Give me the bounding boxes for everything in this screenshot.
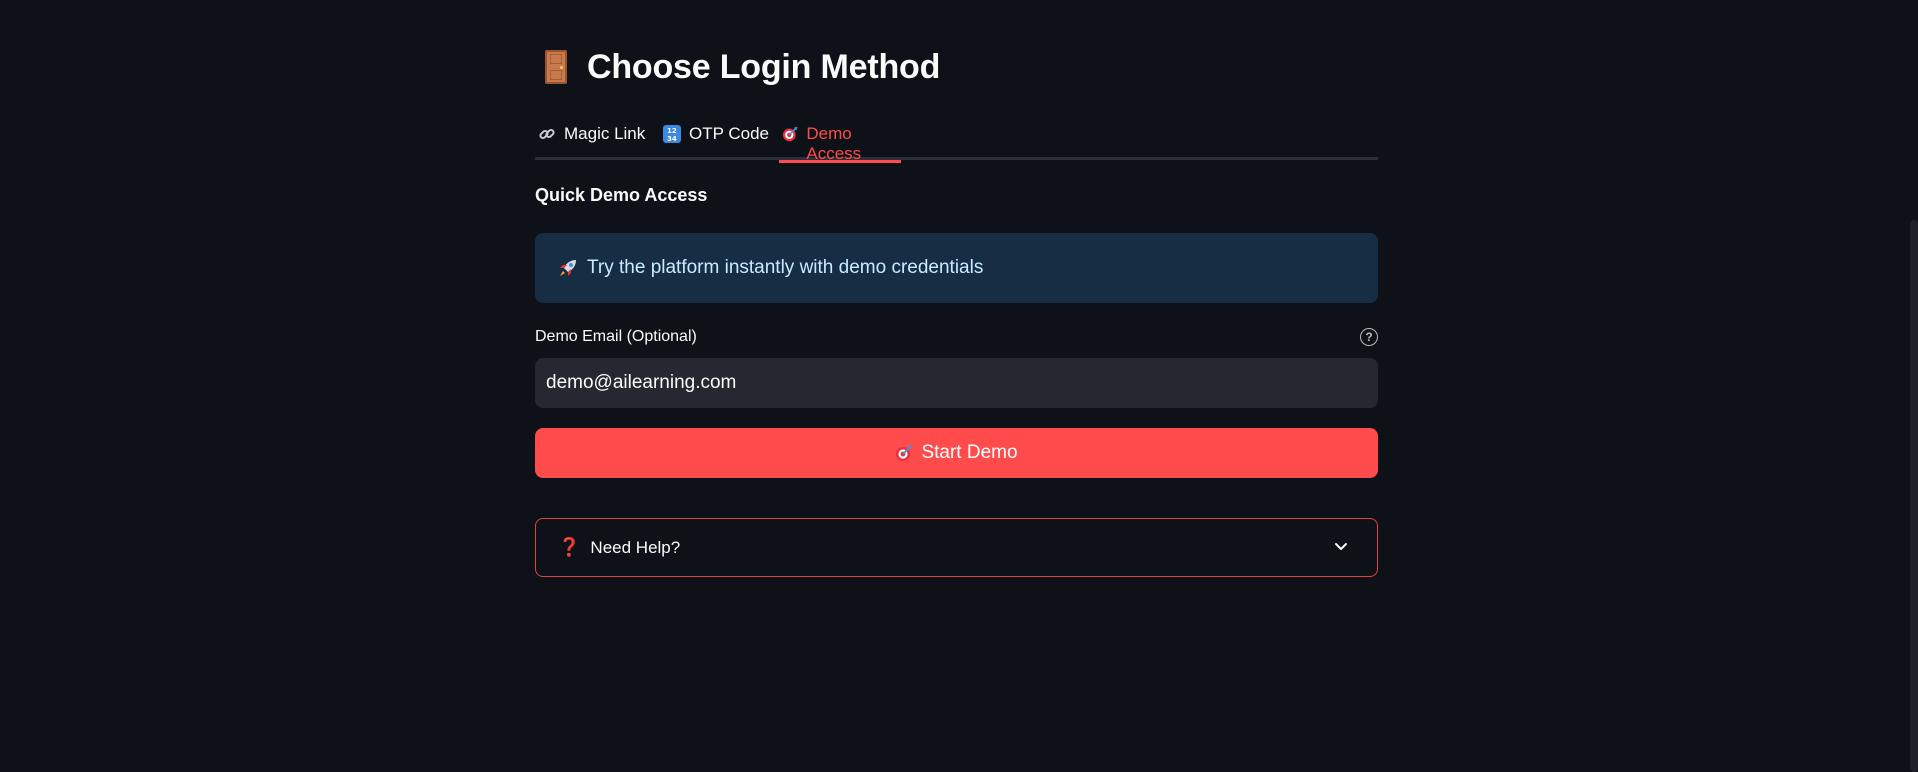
email-field-label: Demo Email (Optional) (535, 328, 697, 345)
app-page: Choose Login Method Magic Link 12 34 OTP… (0, 0, 1918, 772)
section-title: Quick Demo Access (535, 185, 708, 205)
question-circle-icon[interactable]: ? (1360, 328, 1378, 346)
tab-label: OTP Code (689, 124, 770, 143)
tab-magic-link[interactable]: Magic Link (538, 118, 645, 160)
title-row: Choose Login Method (545, 44, 940, 90)
start-demo-label: Start Demo (921, 442, 1018, 463)
info-alert: Try the platform instantly with demo cre… (535, 233, 1378, 303)
svg-text:12: 12 (667, 127, 677, 135)
target-icon (782, 126, 798, 142)
expander-label: Need Help? (590, 537, 681, 557)
question-mark-icon: ❓ (558, 537, 581, 557)
target-icon (896, 445, 913, 461)
page-scrollbar[interactable] (1910, 220, 1918, 772)
tab-label: Magic Link (564, 124, 646, 143)
login-method-tabs: Magic Link 12 34 OTP Code Demo Access (535, 118, 1378, 163)
link-icon (539, 128, 555, 140)
page-title: Choose Login Method (587, 47, 941, 86)
tab-label: Demo Access (806, 124, 862, 163)
tab-demo-access[interactable]: Demo Access (779, 118, 901, 163)
svg-text:34: 34 (667, 135, 677, 143)
start-demo-button[interactable]: Start Demo (535, 428, 1378, 478)
door-icon (545, 50, 567, 84)
input-numbers-icon: 12 34 (663, 125, 681, 143)
demo-email-input[interactable] (535, 358, 1378, 408)
need-help-expander[interactable]: ❓ Need Help? (535, 518, 1378, 577)
rocket-icon (560, 260, 576, 276)
tab-otp-code[interactable]: 12 34 OTP Code (663, 118, 769, 160)
info-text: Try the platform instantly with demo cre… (587, 257, 984, 278)
chevron-down-icon (1335, 543, 1347, 550)
